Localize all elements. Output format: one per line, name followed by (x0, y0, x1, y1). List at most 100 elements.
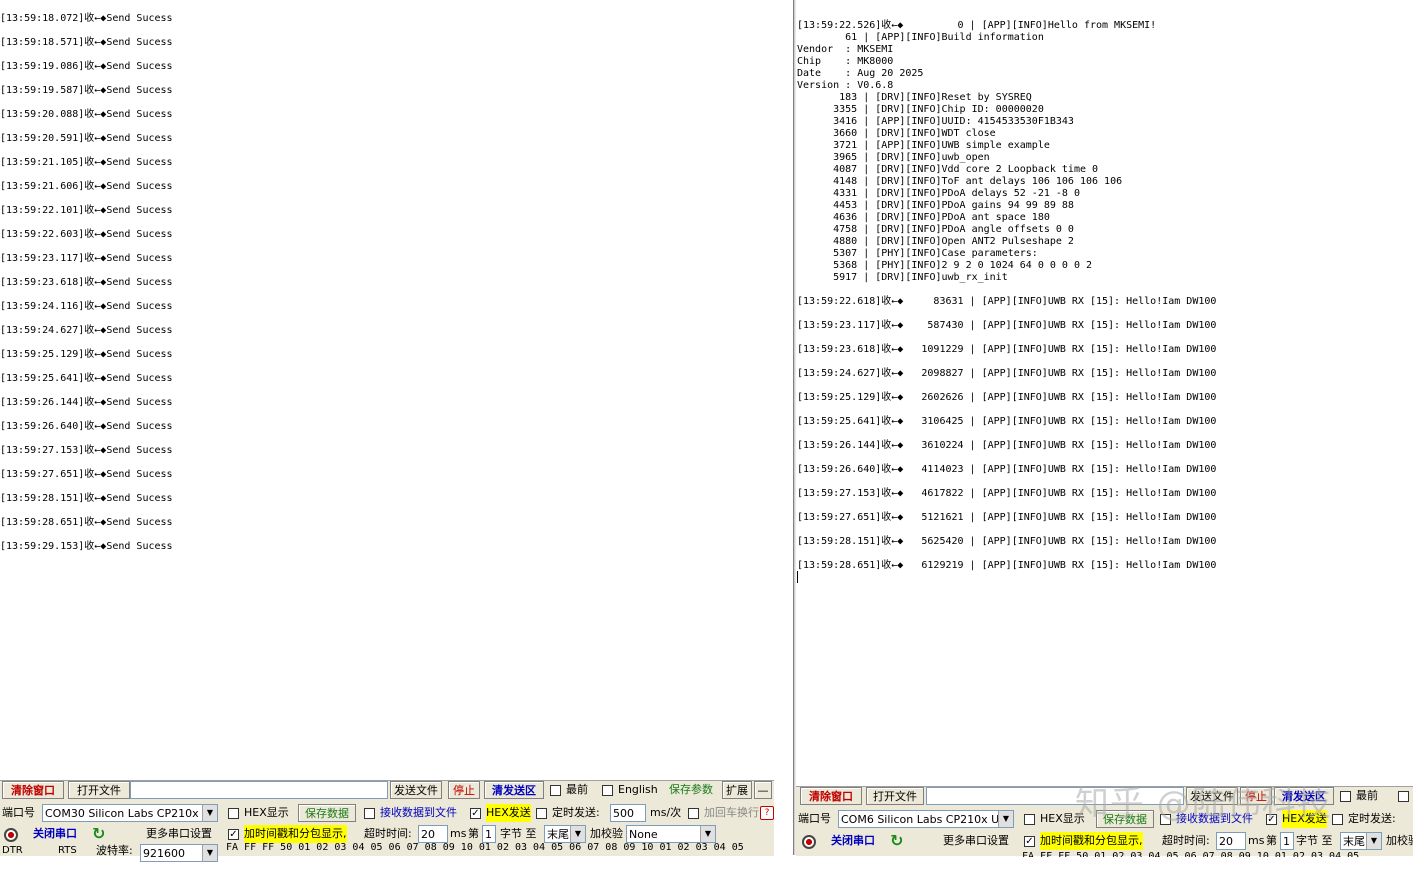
log-line: [13:59:25.641]收←◆Send Sucess (0, 373, 173, 384)
log-line: [13:59:20.591]收←◆Send Sucess (0, 133, 173, 144)
timeout-input[interactable]: 20 (1216, 832, 1246, 850)
stop-button[interactable]: 停止 (1240, 787, 1272, 805)
log-line: Vendor : MKSEMI (797, 44, 894, 55)
end-select[interactable]: 末尾 ▼ (1340, 832, 1382, 850)
chevron-down-icon: ▼ (570, 826, 585, 842)
more-settings-button[interactable]: 更多串口设置 (140, 825, 218, 843)
send-file-button[interactable]: 发送文件 (390, 781, 442, 799)
log-line: 3416 | [APP][INFO]UUID: 4154533530F1B343 (797, 116, 1074, 127)
recv-to-file-checkbox[interactable] (364, 808, 375, 819)
log-line: [13:59:28.151]收←◆ 5625420 | [APP][INFO]U… (797, 536, 1217, 547)
log-line: [13:59:27.651]收←◆ 5121621 | [APP][INFO]U… (797, 512, 1217, 523)
log-line: [13:59:19.086]收←◆Send Sucess (0, 61, 173, 72)
log-line: [13:59:24.116]收←◆Send Sucess (0, 301, 173, 312)
timed-send-checkbox[interactable] (1332, 814, 1343, 825)
english-checkbox[interactable] (1398, 791, 1409, 802)
hex-send-checkbox[interactable]: ✓ (1266, 814, 1277, 825)
topmost-checkbox[interactable] (550, 785, 561, 796)
add-crlf-label: 加回车换行 (704, 806, 759, 819)
refresh-icon[interactable]: ↻ (890, 832, 903, 850)
baud-select[interactable]: 921600 ▼ (140, 844, 218, 862)
clear-send-button[interactable]: 清发送区 (484, 781, 544, 799)
log-line: [13:59:23.618]收←◆Send Sucess (0, 277, 173, 288)
open-file-button[interactable]: 打开文件 (68, 781, 130, 799)
help-icon[interactable]: ? (760, 806, 774, 820)
file-path-input[interactable] (130, 781, 388, 799)
topmost-label: 最前 (566, 783, 588, 796)
recv-to-file-checkbox[interactable] (1160, 814, 1171, 825)
hex-send-label: HEX发送 (1282, 810, 1327, 828)
log-line: 4331 | [DRV][INFO]PDoA delays 52 -21 -8 … (797, 188, 1080, 199)
refresh-icon[interactable]: ↻ (92, 825, 105, 843)
close-port-icon (802, 835, 816, 849)
hex-display-checkbox[interactable] (228, 808, 239, 819)
close-port-button[interactable]: 关闭串口 (822, 832, 884, 850)
right-serial-window: [13:59:22.526]收←◆ 0 | [APP][INFO]Hello f… (796, 0, 1413, 855)
log-line: [13:59:23.117]收←◆ 587430 | [APP][INFO]UW… (797, 320, 1217, 331)
log-line: 4758 | [DRV][INFO]PDoA angle offsets 0 0 (797, 224, 1074, 235)
log-line: [13:59:25.641]收←◆ 3106425 | [APP][INFO]U… (797, 416, 1217, 427)
open-file-button[interactable]: 打开文件 (866, 787, 924, 805)
collapse-button[interactable]: — (754, 781, 772, 799)
close-port-icon (4, 828, 18, 842)
log-line: Version : V0.6.8 (797, 80, 894, 91)
clear-window-button[interactable]: 清除窗口 (800, 787, 862, 805)
expand-button[interactable]: 扩展 (722, 781, 752, 799)
add-crlf-checkbox[interactable] (688, 808, 699, 819)
log-line: 61 | [APP][INFO]Build information (797, 32, 1044, 43)
timed-send-checkbox[interactable] (536, 808, 547, 819)
hex-send-checkbox[interactable]: ✓ (470, 808, 481, 819)
timestamp-checkbox[interactable]: ✓ (228, 829, 239, 840)
english-label: English (618, 783, 658, 796)
file-path-input[interactable] (926, 787, 1184, 805)
right-receive-log: [13:59:22.526]收←◆ 0 | [APP][INFO]Hello f… (797, 20, 1413, 584)
log-line: [13:59:18.571]收←◆Send Sucess (0, 37, 173, 48)
timestamp-checkbox[interactable]: ✓ (1024, 836, 1035, 847)
end-select[interactable]: 末尾 ▼ (544, 825, 586, 843)
clear-window-button[interactable]: 清除窗口 (2, 781, 64, 799)
clear-send-button[interactable]: 清发送区 (1274, 787, 1334, 805)
log-line: [13:59:18.072]收←◆Send Sucess (0, 13, 173, 24)
chevron-down-icon: ▼ (202, 845, 217, 861)
log-line: Date : Aug 20 2025 (797, 68, 924, 79)
log-line: [13:59:22.618]收←◆ 83631 | [APP][INFO]UWB… (797, 296, 1217, 307)
log-line: 5917 | [DRV][INFO]uwb_rx_init (797, 272, 1008, 283)
port-select[interactable]: COM30 Silicon Labs CP210x ▼ (42, 804, 218, 822)
nth-label: 第 (1266, 834, 1277, 847)
log-line: 4636 | [DRV][INFO]PDoA ant space 180 (797, 212, 1050, 223)
timestamp-label: 加时间戳和分包显示, (1040, 832, 1143, 850)
hex-display-label: HEX显示 (244, 806, 289, 819)
send-data-input[interactable]: FA FF FF 50 01 02 03 04 05 06 07 08 09 1… (226, 842, 766, 853)
recv-to-file-label: 接收数据到文件 (1176, 812, 1253, 825)
topmost-checkbox[interactable] (1340, 791, 1351, 802)
english-checkbox[interactable] (602, 785, 613, 796)
log-line: [13:59:29.153]收←◆Send Sucess (0, 541, 173, 552)
port-select[interactable]: COM6 Silicon Labs CP210x U ▼ (838, 810, 1014, 828)
log-line: [13:59:27.153]收←◆ 4617822 | [APP][INFO]U… (797, 488, 1217, 499)
topmost-label: 最前 (1356, 789, 1378, 802)
nth-input[interactable]: 1 (1280, 832, 1294, 850)
send-file-button[interactable]: 发送文件 (1186, 787, 1238, 805)
log-line: 183 | [DRV][INFO]Reset by SYSREQ (797, 92, 1032, 103)
checksum-label: 加校验 (1386, 834, 1413, 847)
nth-input[interactable]: 1 (482, 825, 496, 843)
hex-display-checkbox[interactable] (1024, 814, 1035, 825)
save-params-button[interactable]: 保存参数 (662, 781, 720, 799)
chevron-down-icon: ▼ (700, 826, 715, 842)
interval-input[interactable]: 500 (610, 804, 646, 822)
log-line: [13:59:26.640]收←◆ 4114023 | [APP][INFO]U… (797, 464, 1217, 475)
timeout-label: 超时时间: (1162, 834, 1210, 847)
hex-send-label: HEX发送 (486, 804, 531, 822)
checksum-select[interactable]: None ▼ (626, 825, 716, 843)
log-line: [13:59:24.627]收←◆Send Sucess (0, 325, 173, 336)
more-settings-button[interactable]: 更多串口设置 (936, 832, 1016, 850)
close-port-button[interactable]: 关闭串口 (24, 825, 86, 843)
log-line: 4453 | [DRV][INFO]PDoA gains 94 99 89 88 (797, 200, 1074, 211)
stop-button[interactable]: 停止 (448, 781, 480, 799)
save-data-button[interactable]: 保存数据 (1096, 810, 1154, 828)
save-data-button[interactable]: 保存数据 (298, 804, 356, 822)
timeout-input[interactable]: 20 (418, 825, 448, 843)
log-line: [13:59:24.627]收←◆ 2098827 | [APP][INFO]U… (797, 368, 1217, 379)
send-data-input[interactable]: FA FF FF 50 01 02 03 04 05 06 07 08 09 1… (1022, 851, 1412, 857)
log-line: 5307 | [PHY][INFO]Case parameters: (797, 248, 1038, 259)
